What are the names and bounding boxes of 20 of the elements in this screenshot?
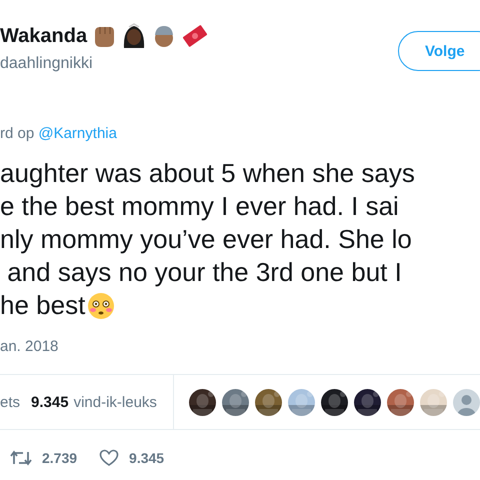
flushed-face-icon <box>87 292 116 320</box>
tweet-date: an. 2018 <box>0 338 60 357</box>
like-count: 9.345 <box>129 450 164 466</box>
tweet-text: he best <box>0 289 86 322</box>
tweet-text: e the best mommy I ever had. I sai <box>0 190 399 223</box>
mention-link[interactable]: @Karnythia <box>38 125 117 142</box>
retweet-icon <box>10 449 32 467</box>
tweet-text: and says no your the 3rd one but I <box>6 256 402 289</box>
likes-label: vind-ik-leuks <box>74 394 157 410</box>
retweet-count: 2.739 <box>42 450 78 466</box>
follow-button[interactable]: Volge <box>398 31 480 71</box>
tweet-text: nly mommy you’ve ever had. She lo <box>0 223 412 256</box>
author-handle: daahlingnikki <box>0 55 94 73</box>
tweet-text: aughter was about 5 when she says <box>0 157 415 190</box>
heart-icon <box>99 449 120 467</box>
default-avatar-icon <box>453 388 480 416</box>
author-name: Wakanda <box>0 24 88 48</box>
reply-label: rd op <box>0 125 36 142</box>
likes-count: 9.345 <box>31 394 69 410</box>
retweets-label: ets <box>0 394 20 410</box>
